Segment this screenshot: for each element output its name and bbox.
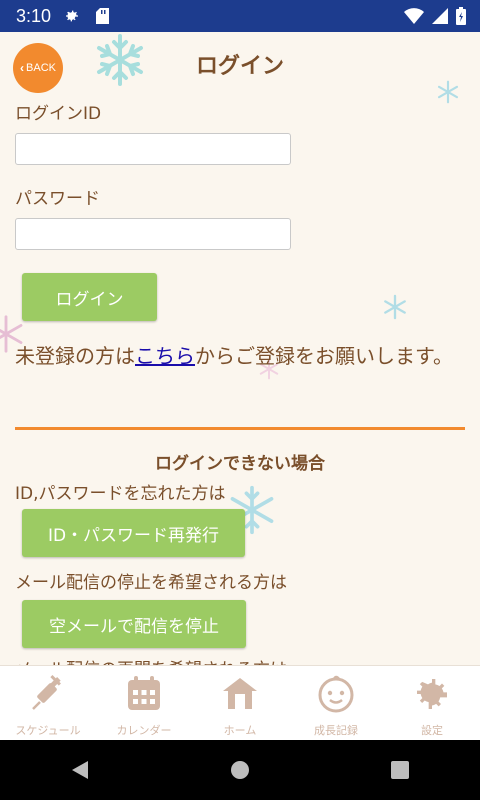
stop-mail-text: メール配信の停止を希望される方は: [15, 573, 287, 593]
nav-label: スケジュール: [15, 724, 81, 737]
page-title: ログイン: [195, 54, 284, 79]
section-divider: [15, 427, 465, 430]
register-prefix: 未登録の方は: [15, 344, 135, 368]
login-id-input[interactable]: [15, 133, 291, 165]
bottom-navigation: スケジュール カレンダー ホーム 成長記録 設定: [0, 665, 480, 741]
register-suffix: からご登録をお願いします。: [195, 344, 453, 368]
help-section-title: ログインできない場合: [155, 454, 325, 474]
battery-icon: [456, 7, 466, 25]
back-triangle-icon[interactable]: [60, 750, 100, 790]
baby-face-icon: [316, 674, 356, 714]
syringe-icon: [28, 674, 68, 714]
login-screen: ‹ BACK ログイン ログインID パスワード ログイン 未登録の方はこちらか…: [0, 32, 480, 665]
status-time: 3:10: [16, 5, 52, 26]
reissue-credentials-button[interactable]: ID・パスワード再発行: [22, 509, 245, 557]
password-input[interactable]: [15, 218, 291, 250]
system-navigation-bar: [0, 740, 480, 800]
nav-label: カレンダー: [116, 724, 172, 737]
nav-label: 成長記録: [314, 724, 358, 737]
sd-card-icon: [93, 7, 111, 25]
register-link[interactable]: こちら: [135, 344, 195, 368]
status-bar: 3:10: [0, 0, 480, 32]
password-label: パスワード: [15, 189, 100, 209]
nav-schedule[interactable]: スケジュール: [0, 666, 96, 741]
nav-label: 設定: [421, 724, 443, 737]
login-id-label: ログインID: [15, 104, 102, 124]
home-circle-icon[interactable]: [220, 750, 260, 790]
login-button[interactable]: ログイン: [22, 273, 157, 321]
status-right: [404, 7, 466, 25]
recents-square-icon[interactable]: [380, 750, 420, 790]
nav-label: ホーム: [223, 724, 257, 737]
wifi-icon: [404, 8, 424, 24]
stop-mail-button[interactable]: 空メールで配信を停止: [22, 600, 246, 648]
nav-settings[interactable]: 設定: [384, 666, 480, 741]
nav-home[interactable]: ホーム: [192, 666, 288, 741]
signal-icon: [432, 8, 448, 24]
nav-growth-record[interactable]: 成長記録: [288, 666, 384, 741]
settings-status-icon: [63, 7, 81, 25]
nav-calendar[interactable]: カレンダー: [96, 666, 192, 741]
home-icon: [220, 674, 260, 714]
snowflake-icon: [437, 80, 459, 104]
resume-mail-text: メール配信の再開を希望される方は: [15, 655, 287, 665]
snowflake-icon: [384, 294, 406, 320]
register-text: 未登録の方はこちらからご登録をお願いします。: [15, 340, 470, 373]
gear-icon: [412, 674, 452, 714]
calendar-icon: [124, 674, 164, 714]
forgot-credentials-text: ID,パスワードを忘れた方は: [15, 484, 226, 504]
